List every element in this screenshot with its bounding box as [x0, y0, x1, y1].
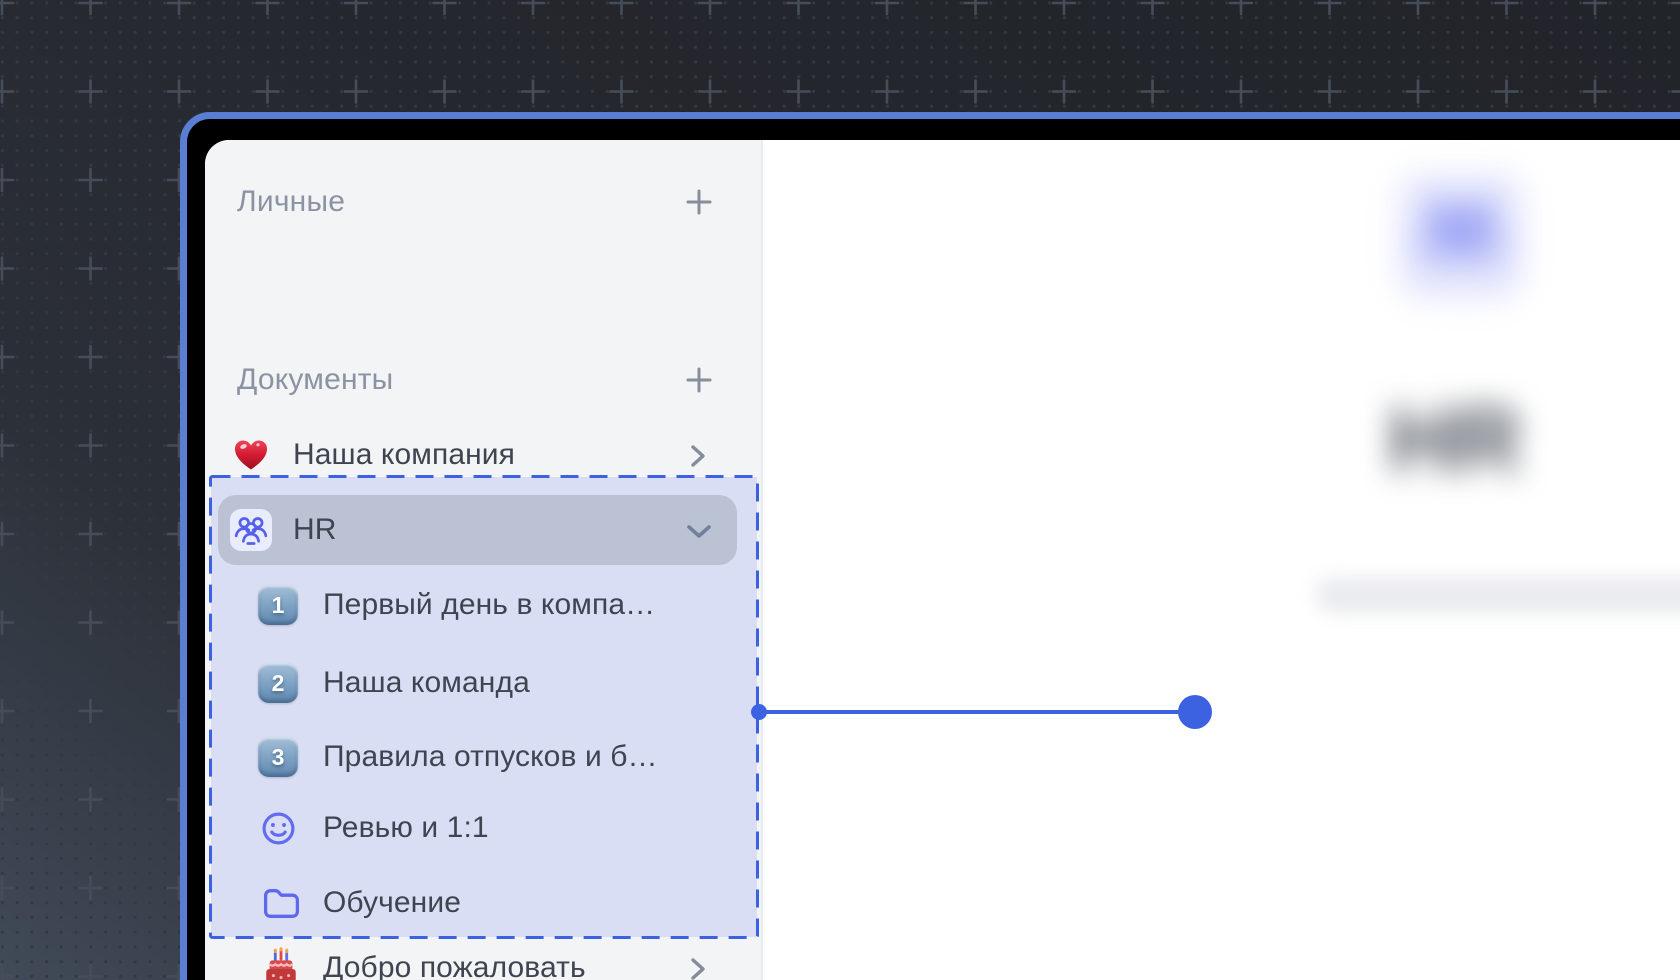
- welcome-label: Добро пожаловать: [323, 951, 586, 980]
- sidebar-section-documents: Документы: [205, 357, 761, 403]
- add-document-button[interactable]: [685, 366, 713, 394]
- app-window-content: Личные Документы Наша компания HR 1 Перв…: [205, 140, 1680, 980]
- sidebar-item-hr[interactable]: HR: [205, 507, 761, 553]
- annotation-anchor-dot: [751, 704, 767, 720]
- sidebar-item-review[interactable]: Ревью и 1:1: [205, 805, 761, 851]
- hr-label: HR: [293, 513, 337, 546]
- document-title-blurred: HR: [1388, 389, 1522, 491]
- section-personal-label: Личные: [237, 185, 346, 218]
- team-label: Наша команда: [323, 666, 530, 699]
- plus-icon: [686, 189, 712, 215]
- people-icon: [230, 509, 272, 551]
- document-icon-blurred: [1398, 173, 1524, 299]
- birthday-cake-icon: [262, 947, 300, 980]
- sidebar-item-vacation-rules[interactable]: 3 Правила отпусков и б…: [205, 734, 761, 780]
- document-area: HR: [763, 140, 1680, 980]
- review-label: Ревью и 1:1: [323, 811, 489, 844]
- sidebar-item-first-day[interactable]: 1 Первый день в компа…: [205, 582, 761, 628]
- keycap-2-icon: 2: [258, 663, 298, 703]
- plus-icon: [686, 367, 712, 393]
- chevron-down-icon[interactable]: [683, 522, 715, 547]
- training-label: Обучение: [323, 886, 461, 919]
- heart-icon: [232, 438, 270, 472]
- sidebar-section-personal: Личные: [205, 179, 761, 225]
- annotation-end-dot: [1178, 695, 1212, 729]
- folder-icon: [261, 886, 302, 921]
- chevron-right-icon[interactable]: [688, 440, 708, 477]
- chevron-right-icon[interactable]: [688, 953, 708, 980]
- personal-empty-state: [205, 254, 761, 300]
- keycap-1-digit: 1: [271, 591, 285, 618]
- keycap-3-digit: 3: [271, 743, 285, 770]
- sidebar: Личные Документы Наша компания HR 1 Перв…: [205, 140, 763, 980]
- annotation-connector-line: [759, 710, 1195, 714]
- sidebar-item-training[interactable]: Обучение: [205, 880, 761, 926]
- sidebar-item-team[interactable]: 2 Наша команда: [205, 660, 761, 706]
- stage: Личные Документы Наша компания HR 1 Перв…: [0, 0, 1680, 980]
- keycap-2-digit: 2: [271, 669, 285, 696]
- sidebar-item-welcome[interactable]: Добро пожаловать: [205, 945, 761, 980]
- vacation-rules-label: Правила отпусков и б…: [323, 740, 658, 773]
- keycap-1-icon: 1: [258, 585, 298, 625]
- app-window: Личные Документы Наша компания HR 1 Перв…: [180, 112, 1680, 980]
- sidebar-item-company[interactable]: Наша компания: [205, 432, 761, 478]
- add-personal-doc-button[interactable]: [685, 188, 713, 216]
- company-label: Наша компания: [293, 438, 516, 471]
- first-day-label: Первый день в компа…: [323, 588, 656, 621]
- document-text-blurred: [1315, 577, 1680, 613]
- keycap-3-icon: 3: [258, 737, 298, 777]
- smiley-icon: [260, 810, 297, 847]
- section-documents-label: Документы: [237, 363, 394, 396]
